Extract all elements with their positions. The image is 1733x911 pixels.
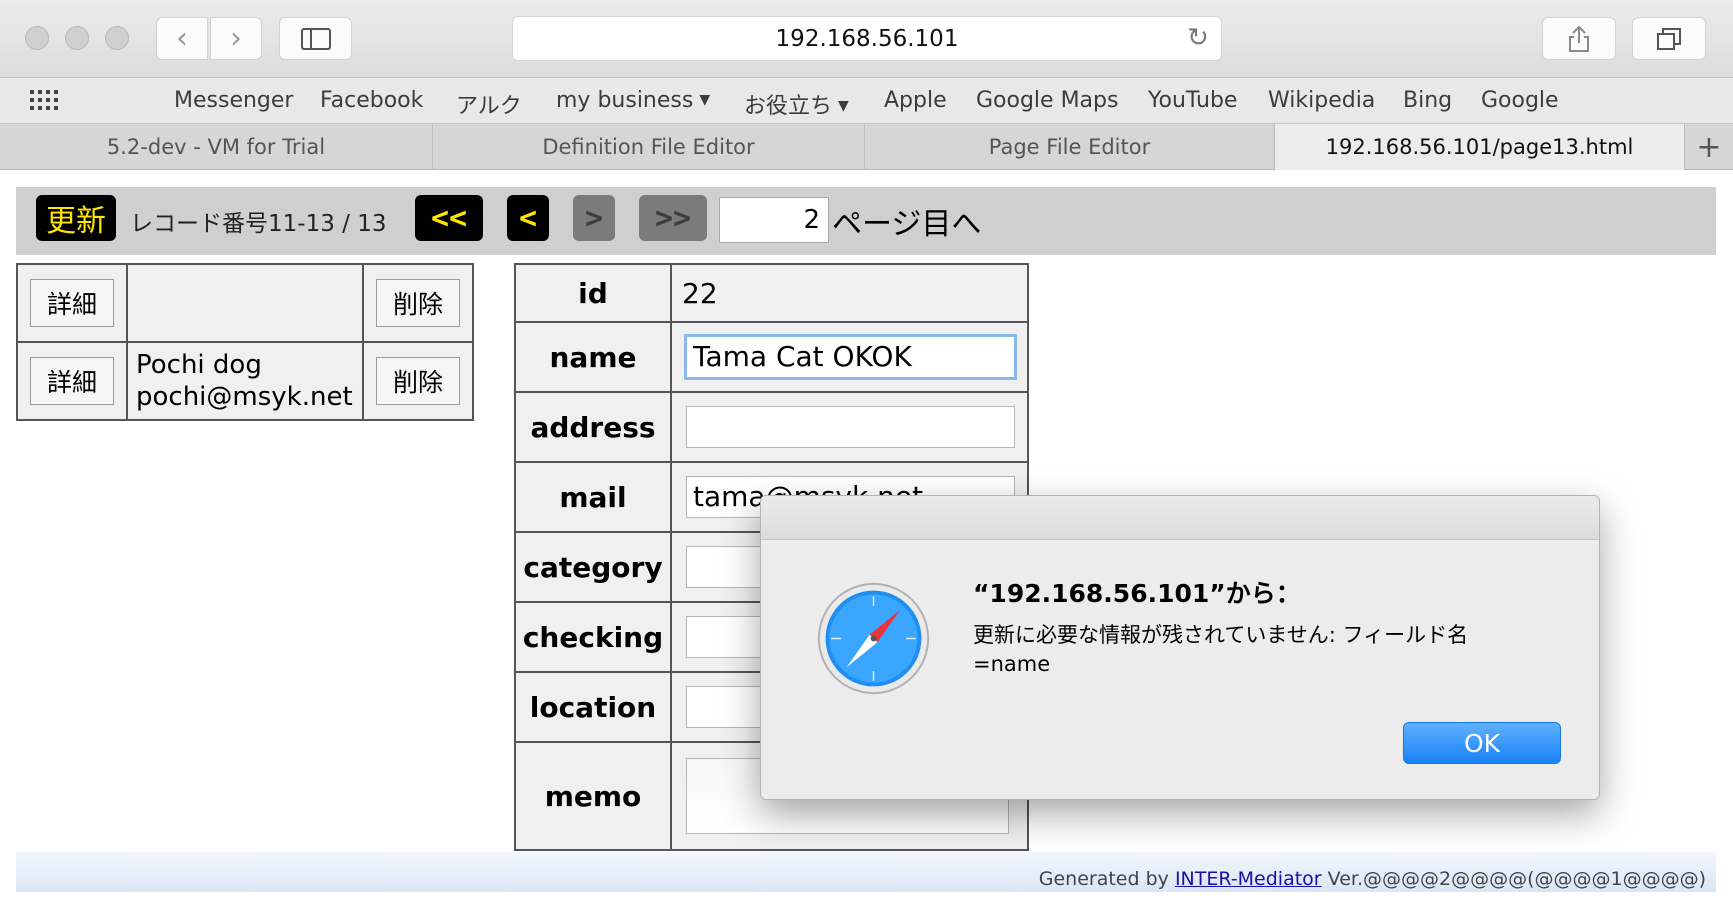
new-tab-button[interactable]: + — [1685, 124, 1733, 170]
prev-page-button[interactable]: < — [507, 195, 549, 241]
address-bar[interactable]: 192.168.56.101 ↻ — [512, 16, 1222, 61]
field-label-name: name — [514, 321, 672, 393]
record-navigator: 更新 レコード番号11-13 / 13 << < > >> 2 ページ目へ — [16, 187, 1716, 255]
footer-prefix: Generated by — [1038, 868, 1169, 890]
inter-mediator-link[interactable]: INTER-Mediator — [1175, 868, 1322, 890]
first-page-button[interactable]: << — [415, 195, 483, 241]
address-text: 192.168.56.101 — [775, 25, 959, 52]
delete-button[interactable]: 削除 — [376, 357, 460, 405]
detail-button[interactable]: 詳細 — [30, 279, 114, 327]
field-label-address: address — [514, 391, 672, 463]
record-email: pochi@msyk.net — [136, 382, 353, 412]
bookmark-bing[interactable]: Bing — [1403, 88, 1452, 113]
share-icon — [1569, 25, 1589, 52]
footer-version: Ver.@@@@2@@@@(@@@@1@@@@) — [1327, 868, 1706, 890]
tab-bar: 5.2-dev - VM for Trial Definition File E… — [0, 124, 1733, 170]
bookmark-apple[interactable]: Apple — [884, 88, 947, 113]
bookmark-wikipedia[interactable]: Wikipedia — [1268, 88, 1375, 113]
share-button[interactable] — [1542, 17, 1616, 60]
close-window-button[interactable] — [25, 26, 49, 50]
bookmark-label: my business — [556, 88, 694, 113]
page-footer: Generated by INTER-Mediator Ver.@@@@2@@@… — [16, 852, 1716, 892]
page-suffix-label: ページ目へ — [832, 207, 982, 242]
record-list: 詳細 削除 詳細 Pochi dog pochi@msyk.net 削除 — [16, 263, 474, 421]
tab-definition-editor[interactable]: Definition File Editor — [433, 124, 865, 170]
bookmark-folder-my-business[interactable]: my business ▼ — [556, 88, 710, 113]
tab-overview-button[interactable] — [1632, 17, 1706, 60]
forward-button[interactable]: › — [210, 17, 262, 60]
field-row-address: address — [514, 391, 1029, 463]
chevron-right-icon: › — [230, 21, 242, 56]
record-range: レコード番号11-13 / 13 — [130, 211, 387, 237]
bookmark-facebook[interactable]: Facebook — [320, 88, 423, 113]
last-page-button[interactable]: >> — [639, 195, 707, 241]
dialog-titlebar — [761, 496, 1599, 540]
chevron-left-icon: ‹ — [176, 21, 188, 56]
safari-compass-icon — [817, 582, 930, 695]
field-label-id: id — [514, 263, 672, 323]
minimize-window-button[interactable] — [65, 26, 89, 50]
alert-dialog: “192.168.56.101”から： 更新に必要な情報が残されていません: フ… — [760, 495, 1600, 800]
chevron-down-icon: ▼ — [838, 98, 849, 114]
grid-icon[interactable] — [30, 90, 60, 112]
page-number-input[interactable]: 2 — [719, 197, 829, 243]
dialog-message: 更新に必要な情報が残されていません: フィールド名=name — [973, 623, 1469, 676]
next-page-button[interactable]: > — [573, 195, 615, 241]
field-value-id: 22 — [670, 263, 1029, 323]
bookmark-youtube[interactable]: YouTube — [1148, 88, 1237, 113]
address-input[interactable] — [686, 406, 1015, 448]
field-label-memo: memo — [514, 741, 672, 851]
record-summary — [126, 263, 364, 343]
bookmark-alc[interactable]: アルク — [456, 88, 522, 120]
back-button[interactable]: ‹ — [156, 17, 208, 60]
bookmarks-bar: Messenger Facebook アルク my business ▼ お役立ち… — [0, 78, 1733, 124]
tab-page13[interactable]: 192.168.56.101/page13.html — [1275, 124, 1685, 170]
zoom-window-button[interactable] — [105, 26, 129, 50]
ok-button[interactable]: OK — [1403, 722, 1561, 764]
tab-page-editor[interactable]: Page File Editor — [865, 124, 1275, 170]
delete-button[interactable]: 削除 — [376, 279, 460, 327]
sidebar-button[interactable] — [279, 17, 352, 60]
bookmark-folder-useful[interactable]: お役立ち ▼ — [744, 88, 849, 120]
bookmark-google-maps[interactable]: Google Maps — [976, 88, 1118, 113]
tab-vm-trial[interactable]: 5.2-dev - VM for Trial — [0, 124, 433, 170]
bookmark-messenger[interactable]: Messenger — [174, 88, 293, 113]
field-row-id: id 22 — [514, 263, 1029, 323]
browser-toolbar: ‹ › 192.168.56.101 ↻ — [0, 0, 1733, 78]
detail-button[interactable]: 詳細 — [30, 357, 114, 405]
field-label-mail: mail — [514, 461, 672, 533]
record-name: Pochi dog — [136, 350, 262, 380]
field-label-category: category — [514, 531, 672, 603]
tabs-overview-icon — [1657, 27, 1681, 50]
footer-credit: Generated by INTER-Mediator Ver.@@@@2@@@… — [1039, 868, 1706, 890]
field-label-location: location — [514, 671, 672, 743]
chevron-down-icon: ▼ — [699, 92, 711, 108]
field-row-name: name Tama Cat OKOK — [514, 321, 1029, 393]
record-summary: Pochi dog pochi@msyk.net — [126, 341, 364, 421]
reload-icon[interactable]: ↻ — [1183, 23, 1213, 53]
table-row: 詳細 Pochi dog pochi@msyk.net 削除 — [16, 341, 474, 421]
name-input[interactable]: Tama Cat OKOK — [684, 334, 1017, 380]
bookmark-google[interactable]: Google — [1481, 88, 1559, 113]
table-row: 詳細 削除 — [16, 263, 474, 343]
update-button[interactable]: 更新 — [36, 195, 116, 241]
sidebar-icon — [300, 27, 331, 50]
field-label-checking: checking — [514, 601, 672, 673]
bookmark-label: お役立ち — [744, 94, 833, 119]
dialog-title: “192.168.56.101”から： — [973, 579, 1301, 608]
